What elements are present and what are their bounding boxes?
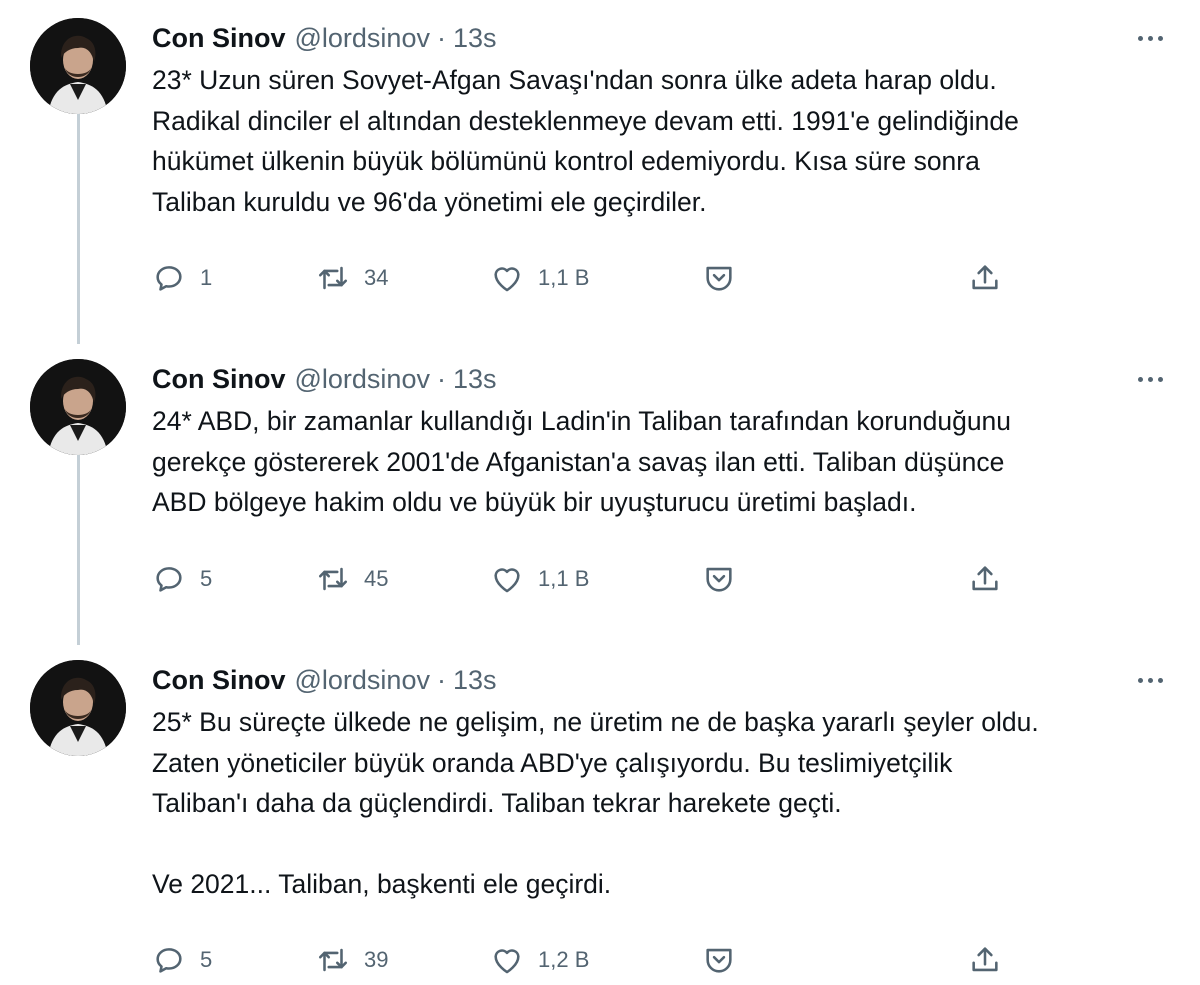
like-button[interactable]: 1,2 B — [490, 940, 589, 980]
tip-button[interactable] — [702, 559, 736, 599]
tweet-actions: 5 39 1,2 B — [152, 940, 1022, 980]
tweet-actions: 5 45 1,1 B — [152, 559, 1022, 599]
like-button[interactable]: 1,1 B — [490, 258, 589, 298]
retweet-button[interactable]: 45 — [316, 559, 388, 599]
tip-icon — [706, 567, 732, 592]
tweet-text-line: ABD bölgeye hakim oldu ve büyük bir uyuş… — [152, 487, 917, 517]
share-button[interactable] — [968, 559, 1002, 599]
tip-icon — [706, 948, 732, 973]
separator: · — [436, 363, 446, 394]
retweet-button[interactable]: 39 — [316, 940, 388, 980]
tweet-text: 25* Bu süreçte ülkede ne gelişim, ne üre… — [152, 702, 1172, 905]
tweet-text-line: hükümet ülkenin büyük bölümünü kontrol e… — [152, 146, 980, 176]
reply-count: 5 — [200, 566, 213, 591]
author-handle[interactable]: @lordsinov — [295, 364, 430, 395]
separator: · — [436, 22, 446, 53]
tweet-text-line: 23* Uzun süren Sovyet-Afgan Savaşı'ndan … — [152, 65, 997, 95]
tip-button[interactable] — [702, 258, 736, 298]
author-name[interactable]: Con Sinov — [152, 364, 286, 395]
timestamp[interactable]: 13s — [453, 23, 497, 54]
retweet-count: 34 — [364, 265, 389, 290]
author-handle[interactable]: @lordsinov — [295, 23, 430, 54]
thread-line — [77, 112, 80, 344]
retweet-count: 39 — [364, 947, 389, 972]
like-count: 1,1 B — [538, 265, 590, 290]
timestamp[interactable]: 13s — [453, 364, 497, 395]
like-count: 1,1 B — [538, 566, 590, 591]
author-name[interactable]: Con Sinov — [152, 665, 286, 696]
retweet-icon — [318, 266, 348, 290]
retweet-icon — [318, 948, 348, 972]
tweet-text: 24* ABD, bir zamanlar kullandığı Ladin'i… — [152, 401, 1172, 523]
tweet-actions: 1 34 1,1 B — [152, 258, 1022, 298]
tweet-text-line: Radikal dinciler el altından desteklenme… — [152, 105, 1019, 136]
thread-line — [77, 455, 80, 645]
like-button[interactable]: 1,1 B — [490, 559, 589, 599]
separator: · — [436, 664, 446, 695]
reply-icon — [156, 948, 182, 973]
author-handle[interactable]: @lordsinov — [295, 665, 430, 696]
reply-count: 1 — [200, 265, 213, 290]
tweet-text-line — [152, 824, 1172, 865]
tweet-text-line: gerekçe göstererek 2001'de Afganistan'a … — [152, 446, 1005, 477]
reply-button[interactable]: 5 — [152, 940, 212, 980]
like-icon — [494, 568, 520, 593]
tweet-text-line: Ve 2021... Taliban, başkenti ele geçirdi… — [152, 869, 612, 899]
avatar[interactable] — [30, 18, 126, 114]
share-icon — [972, 566, 998, 591]
retweet-count: 45 — [364, 566, 389, 591]
like-icon — [494, 949, 520, 974]
reply-icon — [156, 567, 182, 592]
share-button[interactable] — [968, 258, 1002, 298]
like-count: 1,2 B — [538, 947, 590, 972]
tweet-header: Con Sinov @lordsinov · 13s — [152, 359, 497, 399]
tweet-text-line: Taliban kuruldu ve 96'da yönetimi ele ge… — [152, 186, 707, 217]
more-icon[interactable] — [1130, 668, 1170, 692]
tweet-header: Con Sinov @lordsinov · 13s — [152, 660, 497, 700]
more-icon[interactable] — [1130, 26, 1170, 50]
like-icon — [494, 267, 520, 292]
reply-button[interactable]: 5 — [152, 559, 212, 599]
tweet-text-line: 25* Bu süreçte ülkede ne gelişim, ne üre… — [152, 707, 1039, 737]
tweet-header: Con Sinov @lordsinov · 13s — [152, 18, 497, 58]
timestamp[interactable]: 13s — [453, 665, 497, 696]
tweet-text: 23* Uzun süren Sovyet-Afgan Savaşı'ndan … — [152, 60, 1172, 222]
reply-button[interactable]: 1 — [152, 258, 212, 298]
avatar[interactable] — [30, 660, 126, 756]
avatar[interactable] — [30, 359, 126, 455]
tweet-text-line: Zaten yöneticiler büyük oranda ABD'ye ça… — [152, 747, 953, 778]
tweet-text-line: Taliban'ı daha da güçlendirdi. Taliban t… — [152, 788, 842, 818]
tweet-text-line: 24* ABD, bir zamanlar kullandığı Ladin'i… — [152, 406, 1012, 436]
share-icon — [972, 947, 998, 972]
reply-count: 5 — [200, 947, 213, 972]
retweet-icon — [318, 567, 348, 591]
tip-icon — [706, 266, 732, 291]
share-icon — [972, 265, 998, 290]
share-button[interactable] — [968, 940, 1002, 980]
author-name[interactable]: Con Sinov — [152, 23, 286, 54]
more-icon[interactable] — [1130, 367, 1170, 391]
reply-icon — [156, 266, 182, 291]
tip-button[interactable] — [702, 940, 736, 980]
retweet-button[interactable]: 34 — [316, 258, 388, 298]
